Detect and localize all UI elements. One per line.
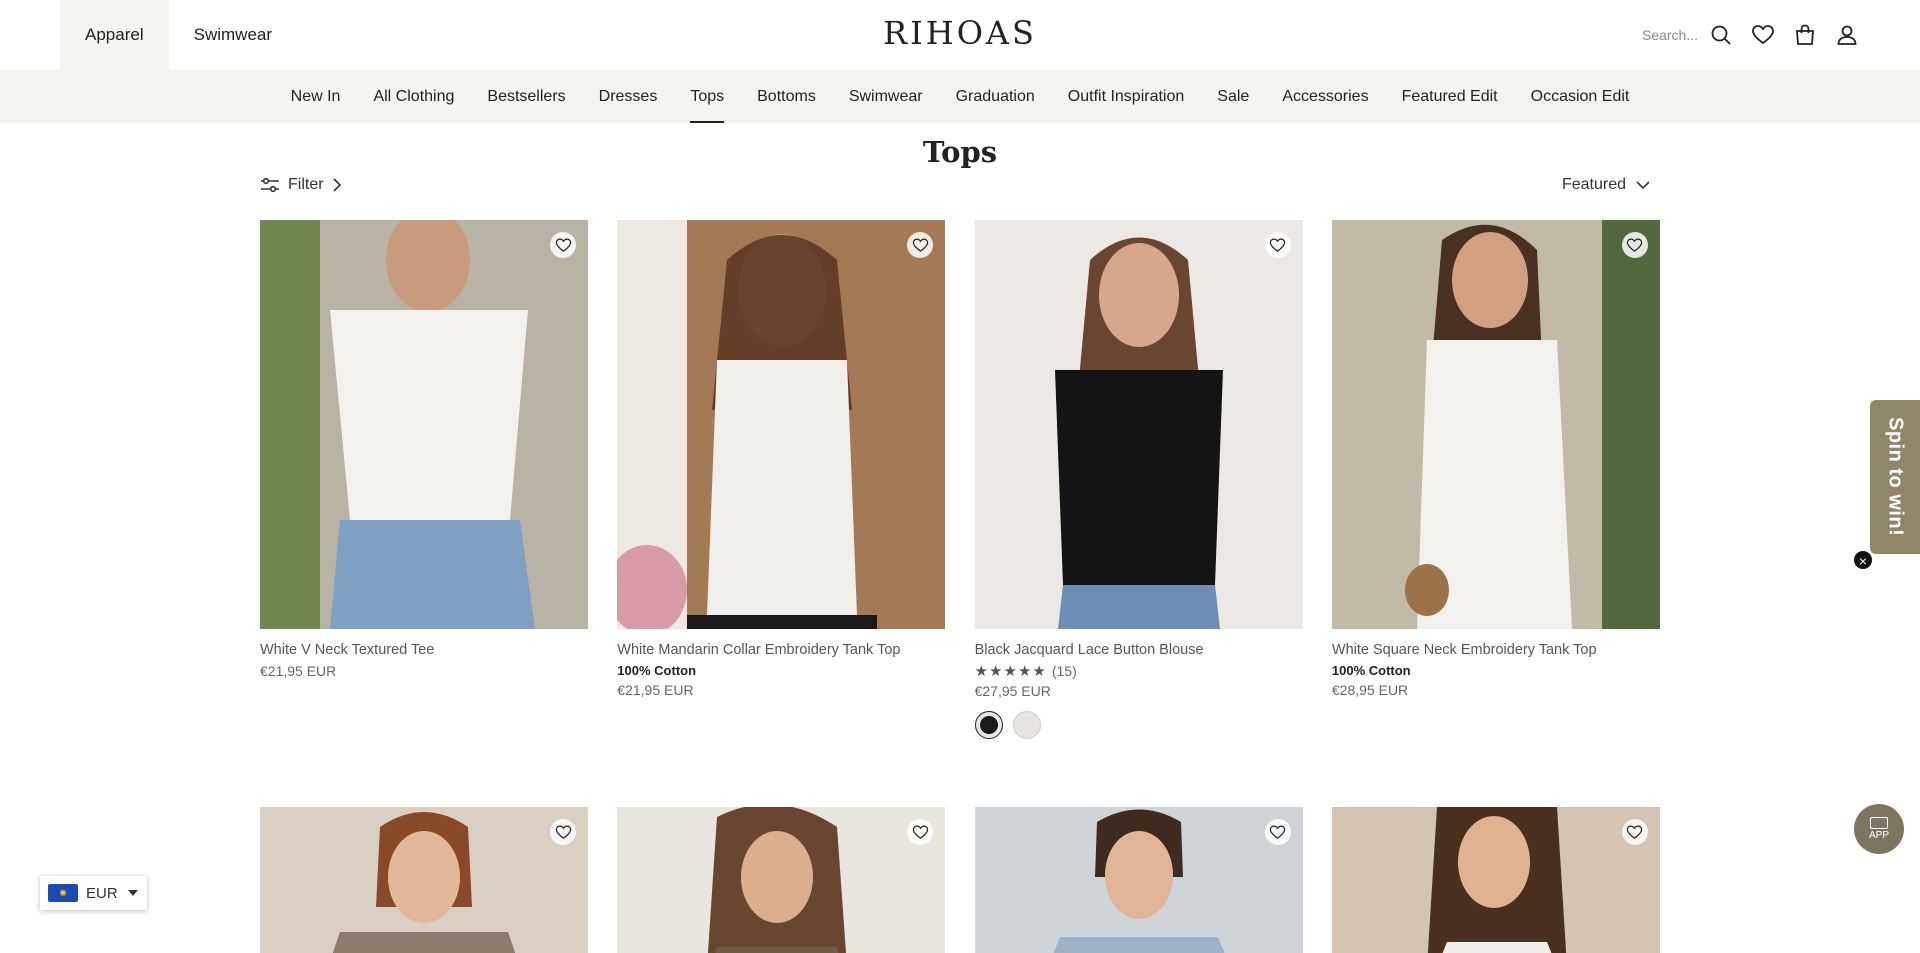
store-tab-apparel[interactable]: Apparel	[60, 0, 169, 70]
product-card[interactable]: Black Jacquard Lace Button Blouse ★ ★ ★ …	[974, 220, 1303, 807]
product-photo	[260, 807, 588, 953]
product-card[interactable]	[260, 807, 588, 953]
nav-item-dresses[interactable]: Dresses	[582, 70, 674, 123]
nav-item-graduation[interactable]: Graduation	[939, 70, 1051, 123]
swatch-color	[1017, 716, 1036, 734]
product-image[interactable]	[617, 220, 946, 629]
product-image[interactable]	[617, 807, 946, 953]
wishlist-heart-icon[interactable]	[1264, 232, 1291, 258]
sort-dropdown[interactable]: Featured	[1562, 176, 1650, 194]
product-name[interactable]: White Square Neck Embroidery Tank Top	[1332, 641, 1660, 659]
color-swatches	[974, 711, 1303, 739]
category-nav: New In All Clothing Bestsellers Dresses …	[0, 70, 1920, 123]
heart-icon[interactable]	[1750, 22, 1776, 48]
nav-item-sale[interactable]: Sale	[1201, 70, 1266, 123]
chevron-down-icon	[1636, 180, 1650, 189]
star-icon: ★	[989, 662, 1003, 680]
product-photo	[974, 807, 1303, 953]
product-image[interactable]	[974, 807, 1303, 953]
search-input[interactable]: Search...	[1642, 27, 1698, 43]
nav-item-bottoms[interactable]: Bottoms	[741, 70, 833, 123]
page-title: Tops	[922, 135, 998, 169]
search-icon[interactable]	[1708, 22, 1734, 48]
nav-item-all-clothing[interactable]: All Clothing	[357, 70, 471, 123]
currency-selector[interactable]: ✺ EUR	[40, 876, 147, 910]
spin-to-win-tab[interactable]: Spin to win!	[1870, 400, 1920, 554]
product-price: €28,95 EUR	[1331, 682, 1409, 698]
top-header: Apparel Swimwear RIHOAS Search...	[0, 0, 1920, 70]
product-image[interactable]	[260, 220, 588, 629]
store-tab-swimwear[interactable]: Swimwear	[169, 0, 297, 70]
sort-label: Featured	[1561, 176, 1626, 193]
product-name[interactable]: White V Neck Textured Tee	[260, 641, 588, 659]
material-badge: 100% Cotton	[1331, 663, 1411, 678]
star-icon: ★	[1032, 662, 1046, 680]
star-icon: ★	[1003, 662, 1017, 680]
star-icon: ★	[1017, 662, 1032, 680]
nav-item-new-in[interactable]: New In	[274, 70, 357, 123]
app-download-button[interactable]: APP	[1854, 804, 1904, 854]
review-count: (15)	[1051, 663, 1077, 679]
product-photo	[617, 220, 946, 629]
currency-label: EUR	[86, 884, 118, 902]
product-card[interactable]: White V Neck Textured Tee €21,95 EUR	[260, 220, 588, 807]
star-rating: ★ ★ ★ ★ ★ (15)	[975, 663, 1303, 679]
product-grid: White V Neck Textured Tee €21,95 EUR Whi…	[260, 220, 1660, 953]
nav-item-bestsellers[interactable]: Bestsellers	[471, 70, 582, 123]
header-tools: Search...	[1642, 0, 1860, 70]
wishlist-heart-icon[interactable]	[1621, 819, 1648, 845]
product-card[interactable]	[617, 807, 946, 953]
product-price: €27,95 EUR	[974, 683, 1051, 699]
product-card[interactable]: White Mandarin Collar Embroidery Tank To…	[617, 220, 946, 807]
spin-to-win-label: Spin to win!	[1884, 417, 1907, 537]
phone-icon	[1870, 817, 1888, 829]
material-badge: 100% Cotton	[617, 663, 697, 678]
filter-sliders-icon	[261, 177, 279, 193]
app-label: APP	[1868, 830, 1889, 841]
product-name[interactable]: White Mandarin Collar Embroidery Tank To…	[617, 641, 945, 659]
product-card[interactable]	[1331, 807, 1660, 953]
product-photo	[1331, 220, 1660, 629]
filter-button[interactable]: Filter	[260, 176, 342, 194]
user-icon[interactable]	[1834, 22, 1860, 48]
product-photo	[617, 807, 946, 953]
product-photo	[260, 220, 588, 629]
color-swatch-white[interactable]	[1012, 711, 1041, 739]
product-image[interactable]	[260, 807, 588, 953]
product-image[interactable]	[1331, 807, 1660, 953]
nav-item-featured-edit[interactable]: Featured Edit	[1385, 70, 1514, 123]
nav-item-occasion-edit[interactable]: Occasion Edit	[1514, 70, 1646, 123]
wishlist-heart-icon[interactable]	[550, 819, 576, 845]
color-swatch-black[interactable]	[974, 711, 1003, 739]
eu-flag-icon: ✺	[48, 884, 78, 902]
nav-item-tops[interactable]: Tops	[674, 70, 741, 123]
product-card[interactable]	[974, 807, 1303, 953]
nav-item-outfit-inspiration[interactable]: Outfit Inspiration	[1051, 70, 1201, 123]
product-name[interactable]: Black Jacquard Lace Button Blouse	[975, 641, 1303, 659]
product-price: €21,95 EUR	[617, 682, 694, 698]
chevron-right-icon	[332, 178, 341, 192]
nav-item-swimwear[interactable]: Swimwear	[832, 70, 939, 123]
caret-down-icon	[127, 890, 138, 896]
product-price: €21,95 EUR	[260, 663, 337, 679]
wishlist-heart-icon[interactable]	[550, 232, 576, 258]
product-image[interactable]	[974, 220, 1303, 629]
wishlist-heart-icon[interactable]	[1621, 232, 1648, 258]
product-photo	[1331, 807, 1660, 953]
nav-item-accessories[interactable]: Accessories	[1266, 70, 1385, 123]
swatch-color	[979, 716, 998, 734]
wishlist-heart-icon[interactable]	[1264, 819, 1291, 845]
store-tabs: Apparel Swimwear	[60, 0, 297, 70]
product-photo	[974, 220, 1303, 629]
product-card[interactable]: White Square Neck Embroidery Tank Top 10…	[1331, 220, 1660, 807]
star-icon: ★	[974, 662, 989, 680]
product-image[interactable]	[1331, 220, 1660, 629]
close-icon[interactable]: ×	[1853, 550, 1873, 570]
filter-label: Filter	[288, 176, 324, 193]
bag-icon[interactable]	[1792, 22, 1818, 48]
